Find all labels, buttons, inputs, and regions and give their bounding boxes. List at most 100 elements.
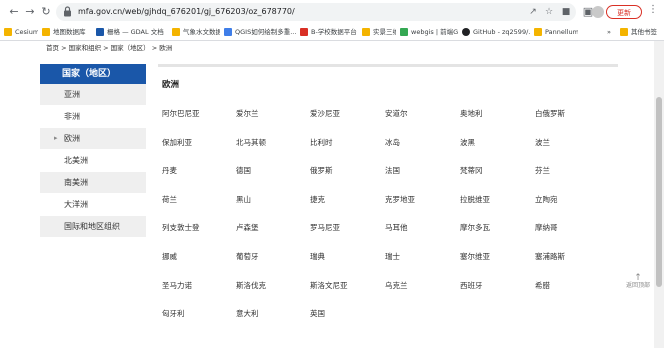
avatar[interactable] xyxy=(592,6,604,18)
bookmark-item[interactable]: 地图数据库 xyxy=(42,26,92,38)
extension-icon[interactable]: ■ xyxy=(559,5,573,19)
country-link[interactable]: 奥地利 xyxy=(460,109,483,119)
bookmark-item[interactable]: 栅格 — GDAL 文档 xyxy=(96,26,168,38)
url-text: mfa.gov.cn/web/gjhdq_676201/gj_676203/oz… xyxy=(78,7,295,16)
country-link[interactable]: 斯洛文尼亚 xyxy=(310,281,348,291)
country-link[interactable]: 斯洛伐克 xyxy=(236,281,266,291)
sidebar-header: 国家（地区） xyxy=(40,64,146,84)
region-sidebar: 国家（地区） 亚洲 非洲 ▸ 欧洲 北美洲 南美洲 大洋洲 国际和地区组织 xyxy=(40,64,146,238)
site-icon xyxy=(300,28,308,36)
folder-icon xyxy=(172,28,180,36)
country-link[interactable]: 梵蒂冈 xyxy=(460,166,483,176)
site-icon xyxy=(224,28,232,36)
bookmarks-overflow[interactable]: » xyxy=(607,26,615,38)
country-link[interactable]: 丹麦 xyxy=(162,166,177,176)
browser-toolbar: ← → ↻ mfa.gov.cn/web/gjhdq_676201/gj_676… xyxy=(0,0,664,25)
sidebar-item-asia[interactable]: 亚洲 xyxy=(40,84,146,106)
sidebar-item-south-america[interactable]: 南美洲 xyxy=(40,172,146,194)
country-link[interactable]: 马耳他 xyxy=(385,223,408,233)
country-link[interactable]: 克罗地亚 xyxy=(385,195,415,205)
country-link[interactable]: 瑞典 xyxy=(310,252,325,262)
country-link[interactable]: 意大利 xyxy=(236,309,259,319)
country-link[interactable]: 摩尔多瓦 xyxy=(460,223,490,233)
bookmark-item[interactable]: 实景三维 xyxy=(362,26,396,38)
page-content: 首页 > 国家和组织 > 国家（地区） > 欧洲 国家（地区） 亚洲 非洲 ▸ 欧… xyxy=(0,41,664,348)
sidebar-item-oceania[interactable]: 大洋洲 xyxy=(40,194,146,216)
country-link[interactable]: 俄罗斯 xyxy=(310,166,333,176)
country-link[interactable]: 罗马尼亚 xyxy=(310,223,340,233)
country-link[interactable]: 爱尔兰 xyxy=(236,109,259,119)
country-link[interactable]: 希腊 xyxy=(535,281,550,291)
country-link[interactable]: 白俄罗斯 xyxy=(535,109,565,119)
bookmark-item[interactable]: QGIS如何绘制多重... xyxy=(224,26,298,38)
country-link[interactable]: 摩纳哥 xyxy=(535,223,558,233)
arrow-up-icon: ↑ xyxy=(634,273,642,283)
country-link[interactable]: 立陶宛 xyxy=(535,195,558,205)
country-link[interactable]: 黑山 xyxy=(236,195,251,205)
bookmarks-bar: Cesium 地图数据库 栅格 — GDAL 文档 气象水文数据 QGIS如何绘… xyxy=(0,24,664,41)
country-link[interactable]: 比利时 xyxy=(310,138,333,148)
country-link[interactable]: 荷兰 xyxy=(162,195,177,205)
country-link[interactable]: 拉脱维亚 xyxy=(460,195,490,205)
country-link[interactable]: 芬兰 xyxy=(535,166,550,176)
bookmark-item[interactable]: GitHub - zq2599/... xyxy=(462,26,530,38)
country-link[interactable]: 塞浦路斯 xyxy=(535,252,565,262)
content-divider xyxy=(158,64,618,67)
bookmark-item[interactable]: webgis | 前端GIS xyxy=(400,26,458,38)
country-link[interactable]: 波黑 xyxy=(460,138,475,148)
bookmark-item[interactable]: 气象水文数据 xyxy=(172,26,220,38)
scrollbar[interactable] xyxy=(654,41,664,348)
caret-right-icon: ▸ xyxy=(54,134,58,142)
country-link[interactable]: 匈牙利 xyxy=(162,309,185,319)
country-link[interactable]: 瑞士 xyxy=(385,252,400,262)
country-link[interactable]: 冰岛 xyxy=(385,138,400,148)
site-icon xyxy=(400,28,408,36)
lock-icon xyxy=(64,6,71,17)
sidebar-item-europe[interactable]: ▸ 欧洲 xyxy=(40,128,146,150)
country-link[interactable]: 圣马力诺 xyxy=(162,281,192,291)
country-link[interactable]: 挪威 xyxy=(162,252,177,262)
country-link[interactable]: 西班牙 xyxy=(460,281,483,291)
country-link[interactable]: 保加利亚 xyxy=(162,138,192,148)
country-link[interactable]: 安道尔 xyxy=(385,109,408,119)
country-link[interactable]: 阿尔巴尼亚 xyxy=(162,109,200,119)
sidebar-item-organizations[interactable]: 国际和地区组织 xyxy=(40,216,146,238)
bookmark-item[interactable]: Pannellum xyxy=(534,26,578,38)
country-link[interactable]: 法国 xyxy=(385,166,400,176)
github-icon xyxy=(462,28,470,36)
menu-icon[interactable]: ⋮ xyxy=(648,4,658,15)
folder-icon xyxy=(534,28,542,36)
bookmark-item[interactable]: Cesium xyxy=(4,26,38,38)
breadcrumb: 首页 > 国家和组织 > 国家（地区） > 欧洲 xyxy=(46,44,173,52)
country-link[interactable]: 波兰 xyxy=(535,138,550,148)
country-link[interactable]: 乌克兰 xyxy=(385,281,408,291)
address-bar[interactable]: mfa.gov.cn/web/gjhdq_676201/gj_676203/oz… xyxy=(56,3,576,21)
back-arrow-icon[interactable]: ← xyxy=(6,4,22,20)
country-link[interactable]: 捷克 xyxy=(310,195,325,205)
folder-icon xyxy=(4,28,12,36)
star-icon[interactable]: ☆ xyxy=(542,5,556,19)
scrollbar-thumb[interactable] xyxy=(656,97,662,287)
site-icon xyxy=(96,28,104,36)
country-link[interactable]: 塞尔维亚 xyxy=(460,252,490,262)
country-link[interactable]: 英国 xyxy=(310,309,325,319)
bookmark-item[interactable]: 其他书签 xyxy=(620,26,662,38)
folder-icon xyxy=(42,28,50,36)
reload-icon[interactable]: ↻ xyxy=(38,4,54,20)
country-link[interactable]: 葡萄牙 xyxy=(236,252,259,262)
sidebar-item-africa[interactable]: 非洲 xyxy=(40,106,146,128)
share-icon[interactable]: ↗ xyxy=(526,5,540,19)
update-button[interactable]: 更新 xyxy=(606,5,642,19)
folder-icon xyxy=(362,28,370,36)
country-link[interactable]: 爱沙尼亚 xyxy=(310,109,340,119)
folder-icon xyxy=(620,28,628,36)
bookmark-item[interactable]: B-学校数据平台 xyxy=(300,26,358,38)
forward-arrow-icon[interactable]: → xyxy=(22,4,38,20)
region-title: 欧洲 xyxy=(162,80,180,90)
country-link[interactable]: 北马其顿 xyxy=(236,138,266,148)
back-to-top-button[interactable]: ↑ 返回顶部 xyxy=(624,274,652,290)
country-link[interactable]: 卢森堡 xyxy=(236,223,259,233)
sidebar-item-north-america[interactable]: 北美洲 xyxy=(40,150,146,172)
country-link[interactable]: 列支敦士登 xyxy=(162,223,200,233)
country-link[interactable]: 德国 xyxy=(236,166,251,176)
